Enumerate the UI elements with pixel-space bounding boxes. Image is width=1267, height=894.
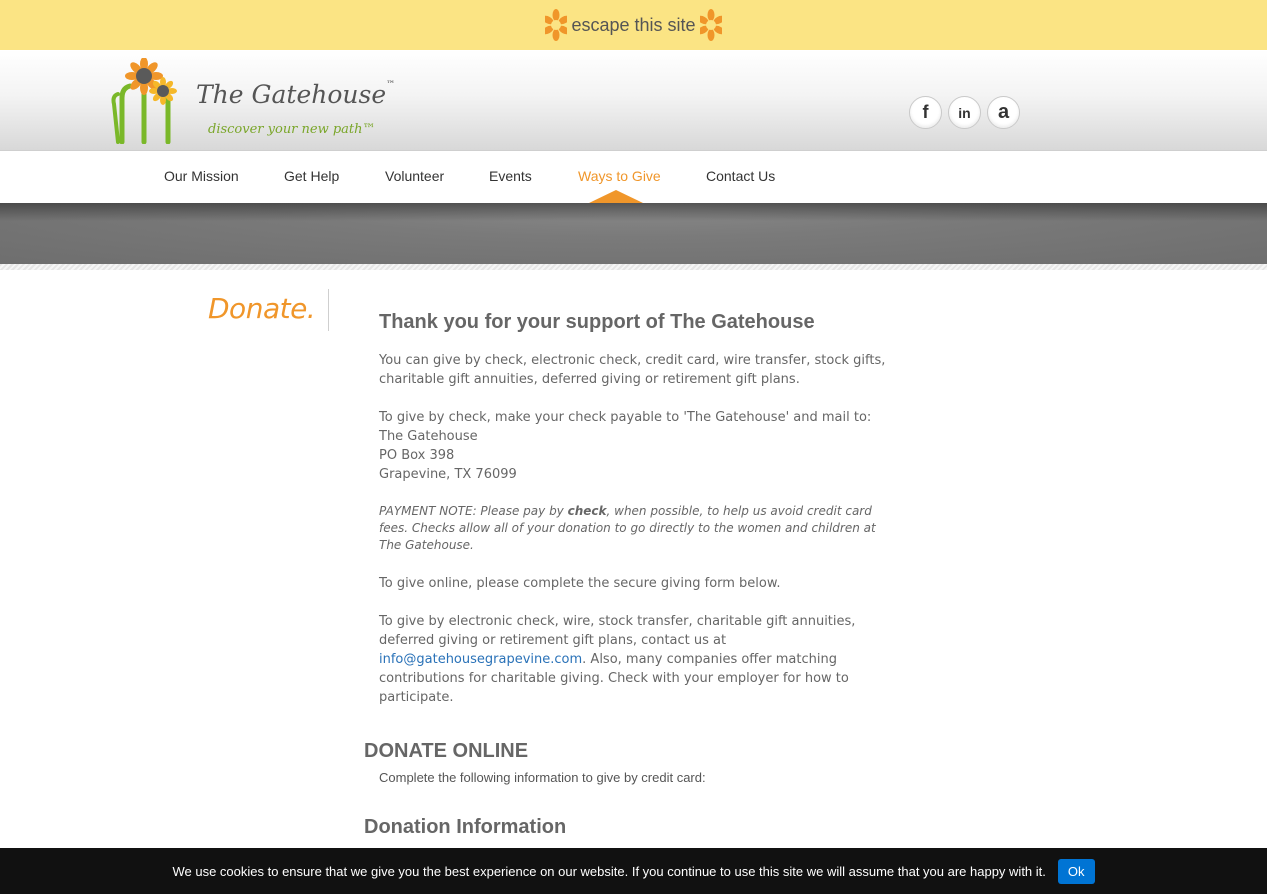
cookie-ok-button[interactable]: Ok xyxy=(1057,858,1095,884)
sunflower-icon xyxy=(699,9,722,41)
page-banner xyxy=(0,203,1267,264)
active-nav-indicator xyxy=(589,190,643,203)
other-giving-text: To give by electronic check, wire, stock… xyxy=(379,614,856,705)
page-title: Thank you for your support of The Gateho… xyxy=(379,311,815,333)
social-links: f in a xyxy=(909,96,1020,129)
nav-our-mission[interactable]: Our Mission xyxy=(164,168,239,184)
giving-methods-text: You can give by check, electronic check,… xyxy=(379,353,886,387)
escape-site-link[interactable]: escape this site xyxy=(545,8,722,42)
sunflower-icon xyxy=(545,9,568,41)
address-line-1: The Gatehouse xyxy=(379,429,478,444)
escape-label[interactable]: escape this site xyxy=(569,15,697,36)
cookie-message: We use cookies to ensure that we give yo… xyxy=(172,863,1046,879)
address-line-2: PO Box 398 xyxy=(379,448,455,463)
site-logo[interactable]: The Gatehouse™ discover your new path™ xyxy=(108,58,395,144)
linkedin-icon[interactable]: in xyxy=(948,96,981,129)
site-header: The Gatehouse™ discover your new path™ f… xyxy=(0,50,1267,151)
logo-tagline: discover your new path™ xyxy=(208,122,376,137)
email-link[interactable]: info@gatehousegrapevine.com xyxy=(379,652,582,667)
section-title: Donate. xyxy=(208,292,316,325)
cookie-banner: We use cookies to ensure that we give yo… xyxy=(0,848,1267,894)
amazon-icon[interactable]: a xyxy=(987,96,1020,129)
online-giving-text: To give online, please complete the secu… xyxy=(379,576,781,591)
facebook-icon[interactable]: f xyxy=(909,96,942,129)
logo-title: The Gatehouse™ xyxy=(196,80,396,109)
payment-note: PAYMENT NOTE: Please pay by check, when … xyxy=(379,504,876,552)
check-instructions: To give by check, make your check payabl… xyxy=(379,410,872,425)
escape-bar: escape this site xyxy=(0,0,1267,50)
mailing-address: To give by check, make your check payabl… xyxy=(379,408,894,484)
address-line-3: Grapevine, TX 76099 xyxy=(379,467,517,482)
banner-divider xyxy=(0,264,1267,270)
nav-contact-us[interactable]: Contact Us xyxy=(706,168,775,184)
donate-online-heading: DONATE ONLINE xyxy=(364,740,529,762)
nav-volunteer[interactable]: Volunteer xyxy=(385,168,444,184)
donation-info-heading: Donation Information xyxy=(364,816,567,838)
vertical-divider xyxy=(328,289,329,331)
nav-events[interactable]: Events xyxy=(489,168,532,184)
main-content: Thank you for your support of The Gateho… xyxy=(379,308,894,726)
main-nav: Our Mission Get Help Volunteer Events Wa… xyxy=(0,151,1267,203)
nav-get-help[interactable]: Get Help xyxy=(284,168,339,184)
donate-online-subtext: Complete the following information to gi… xyxy=(379,770,706,785)
nav-ways-to-give[interactable]: Ways to Give xyxy=(578,168,661,184)
sunflowers-logo-icon xyxy=(111,58,177,144)
